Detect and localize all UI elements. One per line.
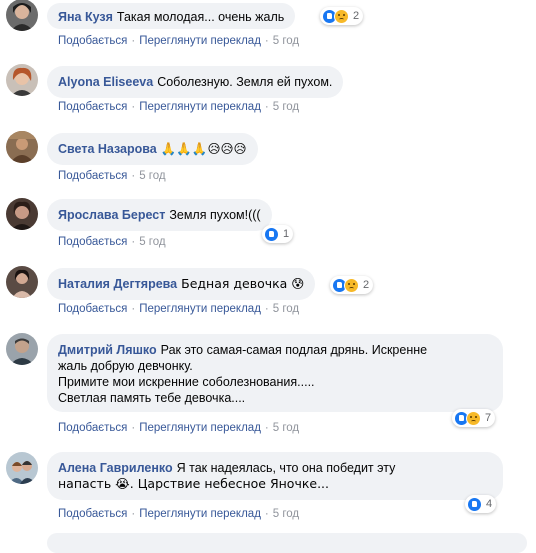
comment-text: 🙏🙏🙏😥😥😥 bbox=[160, 141, 247, 156]
see-translation-link[interactable]: Переглянути переклад bbox=[139, 422, 261, 434]
comment-actions: Подобається · Переглянути переклад · 5 год bbox=[58, 508, 300, 520]
comment-time[interactable]: 5 год bbox=[273, 303, 299, 315]
comment-bubble-partial bbox=[47, 533, 527, 553]
avatar[interactable] bbox=[6, 266, 38, 298]
sad-reaction-icon bbox=[334, 8, 349, 24]
comment-author[interactable]: Дмитрий Ляшко bbox=[58, 343, 157, 357]
comment-actions: Подобається · 5 год bbox=[58, 170, 166, 182]
comment-text-line: Примите мои искренние соболезнования....… bbox=[58, 375, 315, 389]
like-link[interactable]: Подобається bbox=[58, 422, 127, 434]
reaction-summary[interactable]: 1 bbox=[262, 225, 294, 243]
comment-text-line: Я так надеялась, что она победит эту bbox=[176, 461, 396, 475]
comment-actions: Подобається · Переглянути переклад · 5 год bbox=[58, 303, 300, 315]
reaction-summary[interactable]: 7 bbox=[452, 409, 496, 427]
avatar[interactable] bbox=[6, 198, 38, 230]
like-link[interactable]: Подобається bbox=[58, 508, 127, 520]
see-translation-link[interactable]: Переглянути переклад bbox=[139, 508, 261, 520]
comment-text: Земля пухом!((( bbox=[169, 208, 261, 222]
comment-text-line: Рак это самая-самая подлая дрянь. Искрен… bbox=[160, 343, 428, 357]
comment-text-line: Светлая память тебе девочка.... bbox=[58, 391, 246, 405]
comment-bubble: Наталия Дегтярева Бедная девочка 😰 bbox=[47, 268, 316, 300]
reaction-count: 1 bbox=[283, 228, 290, 240]
like-link[interactable]: Подобається bbox=[58, 101, 127, 113]
comment-text: Бедная девочка 😰 bbox=[181, 276, 305, 291]
reaction-count: 4 bbox=[486, 498, 493, 510]
reaction-summary[interactable]: 2 bbox=[330, 276, 374, 294]
comment-author[interactable]: Света Назарова bbox=[58, 142, 157, 156]
comment-text-line: напасть 😭. Царствие небесное Яночке... bbox=[58, 476, 329, 491]
like-link[interactable]: Подобається bbox=[58, 170, 127, 182]
comment-actions: Подобається · 5 год bbox=[58, 236, 166, 248]
like-reaction-icon bbox=[264, 226, 279, 242]
comment-time[interactable]: 5 год bbox=[273, 35, 299, 47]
comment-actions: Подобається · Переглянути переклад · 5 год bbox=[58, 422, 300, 434]
comment-text: Такая молодая... очень жаль bbox=[116, 10, 285, 24]
comment-time[interactable]: 5 год bbox=[139, 236, 165, 248]
see-translation-link[interactable]: Переглянути переклад bbox=[139, 101, 261, 113]
reaction-count: 7 bbox=[485, 412, 492, 424]
comment-text: Соболезную. Земля ей пухом. bbox=[157, 75, 333, 89]
avatar[interactable] bbox=[6, 452, 38, 484]
comment-bubble: Ярослава Берест Земля пухом!((( bbox=[47, 199, 272, 231]
comment-time[interactable]: 5 год bbox=[139, 170, 165, 182]
comment-bubble: Дмитрий Ляшко Рак это самая-самая подлая … bbox=[47, 334, 503, 412]
avatar[interactable] bbox=[6, 131, 38, 163]
comment-time[interactable]: 5 год bbox=[273, 101, 299, 113]
avatar[interactable] bbox=[6, 0, 38, 31]
comment-bubble: Яна Кузя Такая молодая... очень жаль bbox=[47, 3, 296, 29]
like-link[interactable]: Подобається bbox=[58, 236, 127, 248]
like-link[interactable]: Подобається bbox=[58, 35, 127, 47]
sad-reaction-icon bbox=[344, 277, 359, 293]
comment-bubble: Алена Гавриленко Я так надеялась, что она… bbox=[47, 452, 503, 500]
like-link[interactable]: Подобається bbox=[58, 303, 127, 315]
comment-text-line: жаль добрую девчонку. bbox=[58, 359, 193, 373]
reaction-count: 2 bbox=[353, 10, 360, 22]
comment-actions: Подобається · Переглянути переклад · 5 год bbox=[58, 35, 300, 47]
comment-bubble: Света Назарова 🙏🙏🙏😥😥😥 bbox=[47, 133, 258, 165]
comment-author[interactable]: Яна Кузя bbox=[58, 10, 113, 24]
avatar[interactable] bbox=[6, 64, 38, 96]
comment-actions: Подобається · Переглянути переклад · 5 год bbox=[58, 101, 300, 113]
see-translation-link[interactable]: Переглянути переклад bbox=[139, 35, 261, 47]
comment-author[interactable]: Алена Гавриленко bbox=[58, 461, 173, 475]
comment-author[interactable]: Alyona Eliseeva bbox=[58, 75, 153, 89]
comment-bubble: Alyona Eliseeva Соболезную. Земля ей пухо… bbox=[47, 66, 344, 98]
avatar[interactable] bbox=[6, 333, 38, 365]
comment-time[interactable]: 5 год bbox=[273, 508, 299, 520]
see-translation-link[interactable]: Переглянути переклад bbox=[139, 303, 261, 315]
reaction-summary[interactable]: 4 bbox=[465, 495, 497, 513]
like-reaction-icon bbox=[467, 496, 482, 512]
reaction-summary[interactable]: 2 bbox=[320, 7, 364, 25]
comment-time[interactable]: 5 год bbox=[273, 422, 299, 434]
comment-author[interactable]: Наталия Дегтярева bbox=[58, 277, 177, 291]
comment-author[interactable]: Ярослава Берест bbox=[58, 208, 165, 222]
reaction-count: 2 bbox=[363, 279, 370, 291]
sad-reaction-icon bbox=[466, 410, 481, 426]
